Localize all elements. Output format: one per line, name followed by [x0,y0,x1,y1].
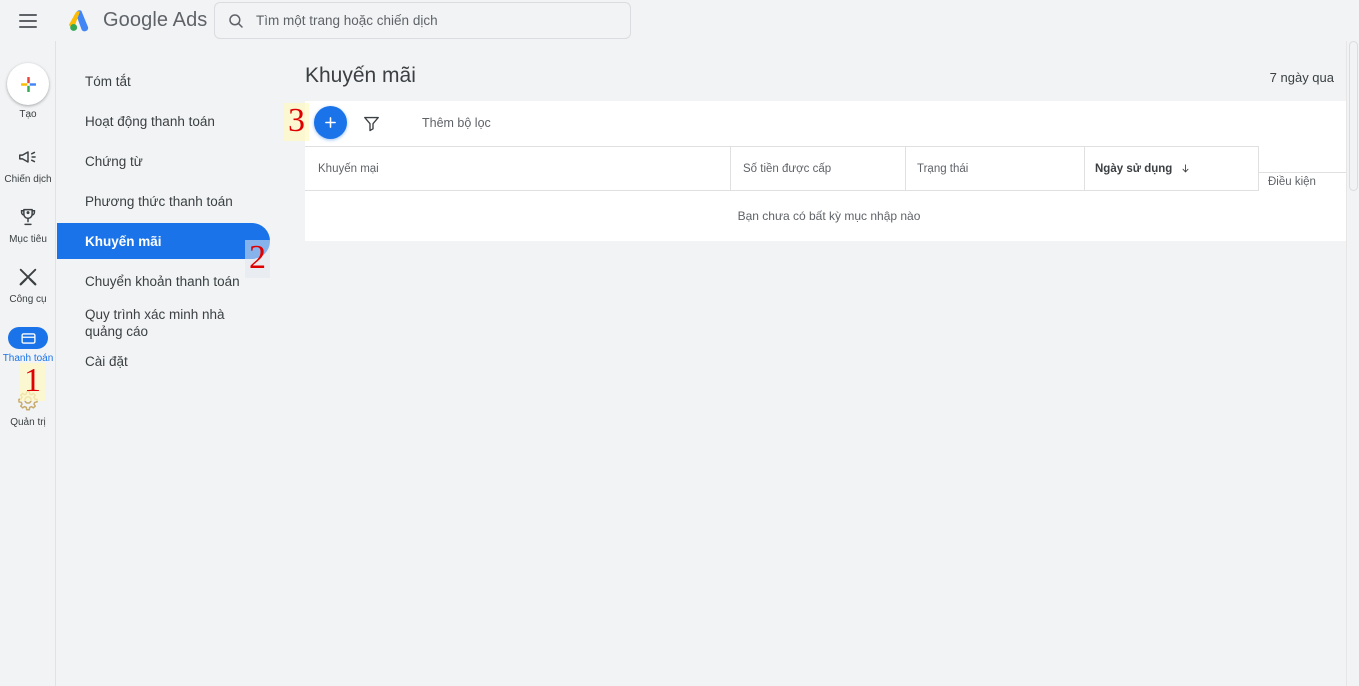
column-label: Trạng thái [917,162,969,175]
rail-label-quan-tri: Quản trị [10,417,46,428]
google-ads-promotions-page: Google Ads Tìm một trang hoặc chiến dịch [0,0,1359,686]
annotation-marker-1: 1 [20,363,45,401]
column-divider [1084,147,1085,190]
empty-state-message: Bạn chưa có bất kỳ mục nhập nào [737,209,921,223]
sidebar-item-phuong-thuc-thanh-toan[interactable]: Phương thức thanh toán [57,183,262,219]
rail-item-muc-tieu[interactable]: Mục tiêu [0,204,56,246]
brand-title: Google Ads [103,9,208,31]
sidebar-label: Cài đặt [85,353,128,369]
add-filter-label[interactable]: Thêm bộ lọc [422,116,491,130]
google-ads-logo-icon [66,6,96,36]
search-placeholder: Tìm một trang hoặc chiến dịch [256,13,438,28]
annotation-marker-3: 3 [284,103,309,141]
sidebar-label: Chuyển khoản thanh toán [85,273,240,289]
column-divider [1259,172,1359,173]
rail-label-muc-tieu: Mục tiêu [9,234,47,245]
scrollbar-thumb[interactable] [1349,41,1358,191]
page-title: Khuyến mãi [305,64,416,87]
sidebar-item-khuyen-mai[interactable]: Khuyến mãi [57,223,270,259]
column-header-dieu-kien[interactable]: Điều kiện [1268,176,1316,188]
add-promotion-button[interactable] [314,106,347,139]
megaphone-icon [15,144,41,170]
column-label: Ngày sử dụng [1095,162,1173,175]
column-header-trang-thai[interactable]: Trạng thái [917,147,968,190]
main-content: Khuyến mãi 7 ngày qua Thêm bộ lọc Khuyến… [305,41,1359,686]
sidebar-item-cai-dat[interactable]: Cài đặt [57,343,262,379]
sidebar-label: Chứng từ [85,153,143,169]
trophy-icon [15,204,41,230]
billing-sidebar-nav: Tóm tắt Hoạt động thanh toán Chứng từ Ph… [57,41,305,686]
date-range-selector[interactable]: 7 ngày qua [1270,70,1334,85]
table-toolbar: Thêm bộ lọc [305,101,1353,146]
column-header-so-tien-duoc-cap[interactable]: Số tiền được cấp [743,147,831,190]
sidebar-item-hoat-dong-thanh-toan[interactable]: Hoạt động thanh toán [57,103,262,139]
column-label: Số tiền được cấp [743,162,832,175]
arrow-down-icon [1180,163,1191,174]
column-label: Khuyến mại [318,162,379,175]
rail-item-tao[interactable]: Tạo [0,63,56,121]
rail-item-thanh-toan[interactable]: Thanh toán [0,327,56,365]
sidebar-label: Tóm tắt [85,73,131,89]
table-header-row: Khuyến mại Số tiền được cấp Trạng thái N… [305,146,1258,191]
create-fab[interactable] [7,63,49,105]
column-header-khuyen-mai[interactable]: Khuyến mại [318,147,379,190]
search-icon [227,12,245,30]
promotions-card: Thêm bộ lọc Khuyến mại Số tiền được cấp … [305,101,1359,241]
top-header: Google Ads Tìm một trang hoặc chiến dịch [0,0,1359,41]
rail-label-cong-cu: Công cụ [9,294,47,305]
column-label: Điều kiện [1268,176,1316,188]
vertical-scrollbar[interactable] [1346,41,1359,686]
frozen-column-dieu-kien: Điều kiện [1258,146,1359,191]
filter-funnel-icon[interactable] [362,114,381,133]
column-divider [730,147,731,190]
billing-card-icon [8,327,48,349]
google-ads-brand[interactable]: Google Ads [66,6,207,36]
rail-item-chien-dich[interactable]: Chiến dịch [0,144,56,186]
sidebar-label: Hoạt động thanh toán [85,113,215,129]
sidebar-label: Phương thức thanh toán [85,193,233,209]
sidebar-item-tom-tat[interactable]: Tóm tắt [57,63,262,99]
tools-icon [15,264,41,290]
sidebar-item-quy-trinh-xac-minh[interactable]: Quy trình xác minh nhà quảng cáo [57,299,262,347]
rail-label-chien-dich: Chiến dịch [4,174,52,185]
column-header-ngay-su-dung[interactable]: Ngày sử dụng [1095,147,1191,190]
hamburger-menu-icon[interactable] [16,9,40,33]
rail-label-tao: Tạo [19,109,37,120]
plus-icon [20,76,36,92]
column-divider [905,147,906,190]
sidebar-label: Khuyến mãi [85,233,162,249]
sidebar-item-chuyen-khoan-thanh-toan[interactable]: Chuyển khoản thanh toán [57,263,262,299]
search-input[interactable]: Tìm một trang hoặc chiến dịch [214,2,631,39]
column-divider [1258,146,1259,191]
sidebar-label: Quy trình xác minh nhà quảng cáo [85,307,225,339]
rail-item-cong-cu[interactable]: Công cụ [0,264,56,306]
sidebar-item-chung-tu[interactable]: Chứng từ [57,143,262,179]
annotation-marker-2: 2 [245,240,270,278]
table-empty-state: Bạn chưa có bất kỳ mục nhập nào [305,191,1353,241]
plus-icon [325,117,336,128]
